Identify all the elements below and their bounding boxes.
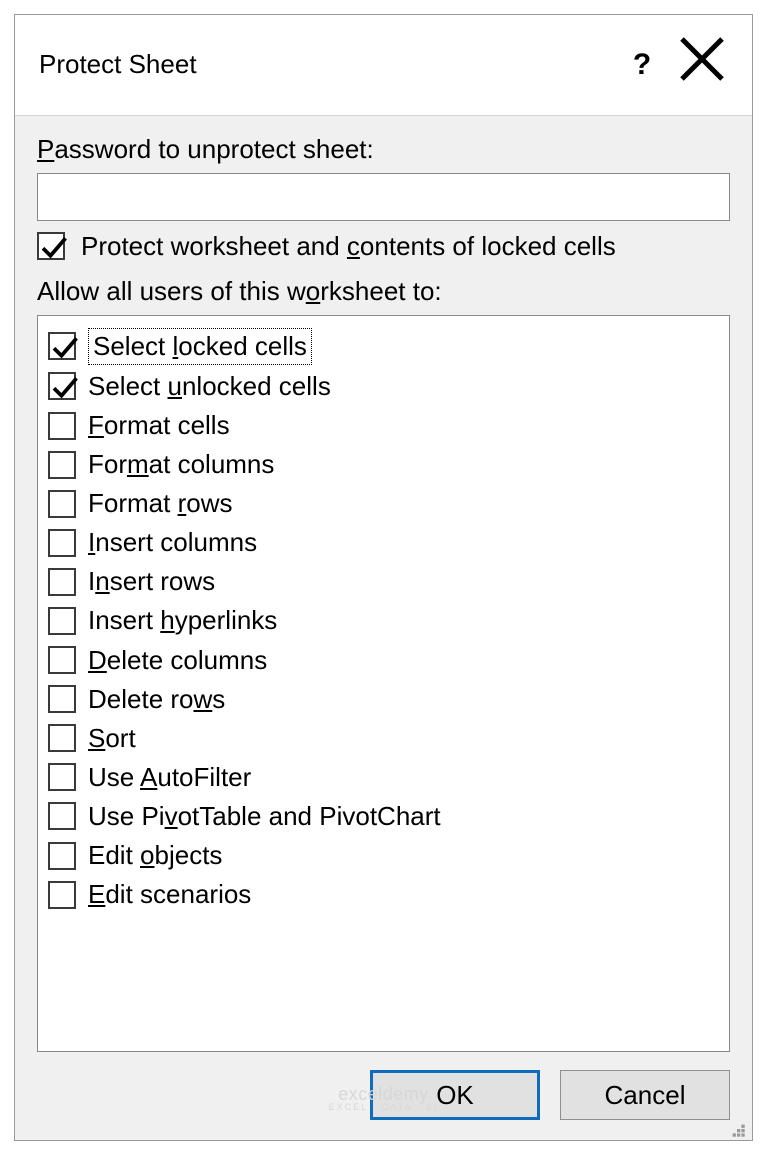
permission-checkbox[interactable] — [48, 490, 76, 518]
permission-label: Format rows — [88, 486, 233, 521]
list-item: Insert hyperlinks — [48, 603, 719, 638]
list-item: Delete rows — [48, 682, 719, 717]
ok-button[interactable]: OK — [370, 1070, 540, 1120]
close-icon[interactable] — [672, 29, 732, 101]
permission-label: Format cells — [88, 408, 230, 443]
permission-checkbox[interactable] — [48, 529, 76, 557]
list-item: Format rows — [48, 486, 719, 521]
protect-contents-row: Protect worksheet and contents of locked… — [37, 229, 730, 264]
permission-checkbox[interactable] — [48, 451, 76, 479]
permission-label: Use PivotTable and PivotChart — [88, 799, 441, 834]
permission-label: Format columns — [88, 447, 274, 482]
help-icon[interactable]: ? — [612, 45, 672, 86]
list-item: Edit objects — [48, 838, 719, 873]
list-item: Select unlocked cells — [48, 369, 719, 404]
dialog-title: Protect Sheet — [39, 47, 612, 82]
list-item: Delete columns — [48, 643, 719, 678]
list-item: Insert rows — [48, 564, 719, 599]
permission-checkbox[interactable] — [48, 881, 76, 909]
password-label: Password to unprotect sheet: — [37, 132, 730, 167]
permission-checkbox[interactable] — [48, 372, 76, 400]
list-item: Edit scenarios — [48, 877, 719, 912]
protect-contents-checkbox[interactable] — [37, 232, 65, 260]
permission-label: Insert columns — [88, 525, 257, 560]
permission-label: Delete rows — [88, 682, 225, 717]
permission-label: Edit objects — [88, 838, 222, 873]
titlebar: Protect Sheet ? — [15, 15, 752, 115]
permission-label: Select unlocked cells — [88, 369, 331, 404]
password-input[interactable] — [37, 173, 730, 221]
allow-label: Allow all users of this worksheet to: — [37, 274, 730, 309]
permission-checkbox[interactable] — [48, 607, 76, 635]
list-item: Format cells — [48, 408, 719, 443]
permission-checkbox[interactable] — [48, 685, 76, 713]
protect-sheet-dialog: Protect Sheet ? Password to unprotect sh… — [14, 14, 753, 1141]
list-item: Sort — [48, 721, 719, 756]
permission-checkbox[interactable] — [48, 412, 76, 440]
permissions-list[interactable]: Select locked cells Select unlocked cells… — [37, 315, 730, 1052]
permission-checkbox[interactable] — [48, 724, 76, 752]
list-item: Use PivotTable and PivotChart — [48, 799, 719, 834]
permission-checkbox[interactable] — [48, 646, 76, 674]
permission-label: Insert rows — [88, 564, 215, 599]
cancel-button[interactable]: Cancel — [560, 1070, 730, 1120]
dialog-body: Password to unprotect sheet: Protect wor… — [15, 116, 752, 1053]
permission-checkbox[interactable] — [48, 802, 76, 830]
permission-checkbox[interactable] — [48, 763, 76, 791]
list-item: Insert columns — [48, 525, 719, 560]
permission-checkbox[interactable] — [48, 332, 76, 360]
permission-label: Edit scenarios — [88, 877, 251, 912]
list-item: Format columns — [48, 447, 719, 482]
resize-grip-icon[interactable] — [726, 1114, 748, 1136]
protect-contents-label: Protect worksheet and contents of locked… — [81, 229, 616, 264]
permission-checkbox[interactable] — [48, 568, 76, 596]
permission-checkbox[interactable] — [48, 842, 76, 870]
permission-label: Select locked cells — [88, 328, 312, 365]
list-item: Select locked cells — [48, 328, 719, 365]
permission-label: Insert hyperlinks — [88, 603, 277, 638]
list-item: Use AutoFilter — [48, 760, 719, 795]
permission-label: Use AutoFilter — [88, 760, 251, 795]
permission-label: Delete columns — [88, 643, 267, 678]
button-row: OK Cancel exceldemy EXCEL · DATA · BI — [15, 1052, 752, 1140]
permission-label: Sort — [88, 721, 136, 756]
